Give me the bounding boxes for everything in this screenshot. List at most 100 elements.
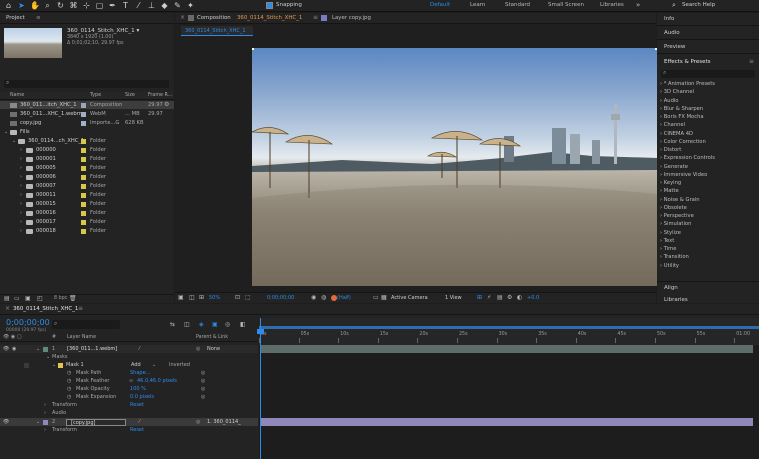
playhead-handle[interactable] <box>257 329 264 334</box>
effects-category[interactable]: › Boris FX Mocha <box>660 113 704 121</box>
draft-3d-icon[interactable]: ◫ <box>184 321 190 328</box>
link-icon[interactable]: ◎ <box>201 393 205 401</box>
panel-menu-icon[interactable]: ≡ <box>36 13 41 24</box>
current-time[interactable]: 0;00;00;00 <box>267 295 294 301</box>
bit-depth[interactable]: 8 bpc <box>54 296 67 301</box>
flowchart-icon[interactable]: ⚙ <box>507 294 512 301</box>
project-item[interactable]: ⌄ 360_0114...ch_XHC_1 Folder <box>0 137 174 145</box>
col-layer-name[interactable]: Layer Name <box>67 335 96 340</box>
layer-name[interactable]: [360_011...1.webm] <box>67 345 117 353</box>
time-ruler-area[interactable]: 0s 05s 10s 15s 20s 25s 30s 35s 40s 45s 50s 55s 01:00… <box>259 318 759 345</box>
project-item[interactable]: 360_011...XHC_1.webm WebM ... MB 29.97 <box>0 110 174 118</box>
col-frame-rate[interactable]: Frame R... <box>148 93 172 98</box>
composition-viewer[interactable] <box>252 48 658 286</box>
composition-subtab[interactable]: 360_0114_Stitch_XHC_1 <box>181 26 253 36</box>
libraries-panel-header[interactable]: Libraries <box>657 296 759 303</box>
label-color[interactable] <box>81 156 86 162</box>
mask-mode-dropdown[interactable]: Add <box>131 361 141 369</box>
resolution-dropdown[interactable]: (Half) <box>337 295 351 301</box>
project-item[interactable]: ⌄ Fills <box>0 128 174 136</box>
workspace-learn[interactable]: Learn <box>470 2 485 8</box>
transform2-row[interactable]: › Transform Reset <box>0 426 258 434</box>
close-icon[interactable]: × <box>180 14 185 21</box>
mask-color[interactable] <box>58 362 63 368</box>
fit-icon[interactable]: ⬚ <box>245 294 251 301</box>
project-item[interactable]: › 000011 Folder <box>0 191 174 199</box>
new-composition-icon[interactable]: ▣ <box>25 295 31 302</box>
workspace-standard[interactable]: Standard <box>505 2 530 8</box>
expand-arrow-icon[interactable]: › <box>44 401 46 409</box>
expand-arrow-icon[interactable]: ⌄ <box>46 353 50 361</box>
timeline-icon[interactable]: ▤ <box>497 294 503 301</box>
label-color[interactable] <box>81 165 86 171</box>
effects-category[interactable]: › Keying <box>660 179 681 187</box>
always-preview-icon[interactable]: ▣ <box>178 294 184 301</box>
workspace-small-screen[interactable]: Small Screen <box>548 2 584 8</box>
trash-icon[interactable]: 🗑 <box>69 295 77 302</box>
label-color[interactable] <box>81 228 86 234</box>
project-item[interactable]: › 000005 Folder <box>0 164 174 172</box>
effects-category[interactable]: › Matte <box>660 187 679 195</box>
roto-brush-tool-icon[interactable]: ✎ <box>173 1 182 10</box>
zoom-dropdown[interactable]: 50% <box>209 295 220 301</box>
constrain-proportions-icon[interactable]: ∞ <box>129 377 133 385</box>
effects-category[interactable]: › CINEMA 4D <box>660 130 693 138</box>
effects-category[interactable]: › Generate <box>660 163 688 171</box>
region-of-interest-icon[interactable]: ▭ <box>373 294 379 301</box>
effects-category[interactable]: › Simulation <box>660 220 691 228</box>
layer-name-field[interactable]: [copy.jpg] <box>66 418 126 426</box>
link-icon[interactable]: ◎ <box>201 369 205 377</box>
work-area-bar[interactable] <box>259 326 759 329</box>
layer-row-2[interactable]: 👁 ⌄ 2 [copy.jpg] ⁄ ◎ 1. 360_0114_ <box>0 418 258 426</box>
camera-dropdown[interactable]: Active Camera <box>391 295 428 301</box>
effects-presets-tab[interactable]: Effects & Presets <box>664 59 711 65</box>
effects-category[interactable]: › Utility <box>660 262 679 270</box>
shy-layers-icon[interactable]: ◈ <box>199 321 204 328</box>
search-help-input[interactable]: Search Help <box>682 2 715 8</box>
effects-category[interactable]: › Transition <box>660 253 689 261</box>
type-tool-icon[interactable]: T <box>121 1 130 10</box>
camera-tool-icon[interactable]: ⌘ <box>69 1 78 10</box>
magnify-icon[interactable]: ◫ <box>189 294 195 301</box>
chevron-right-icon[interactable]: › <box>20 209 22 217</box>
parent-dropdown[interactable]: None <box>207 345 220 353</box>
panel-menu-icon[interactable]: ≡ <box>78 305 83 312</box>
project-search-input[interactable]: ⌕ <box>4 79 169 88</box>
close-icon[interactable]: × <box>5 305 10 312</box>
composition-tab-name[interactable]: 360_0114_Stitch_XHC_1 <box>237 15 302 21</box>
chevron-right-icon[interactable]: › <box>20 146 22 154</box>
link-icon[interactable]: ◎ <box>201 385 205 393</box>
preview-panel-header[interactable]: Preview <box>657 41 759 54</box>
effects-category[interactable]: › * Animation Presets <box>660 80 715 88</box>
mask-visibility-toggle[interactable] <box>24 362 29 368</box>
effects-category[interactable]: › Perspective <box>660 212 694 220</box>
panel-menu-icon[interactable]: ≡ <box>313 14 318 21</box>
show-snapshot-icon[interactable]: ◍ <box>321 294 326 301</box>
label-color[interactable] <box>43 419 48 425</box>
label-color[interactable] <box>81 102 86 108</box>
label-color[interactable] <box>81 147 86 153</box>
project-item[interactable]: › 000007 Folder <box>0 182 174 190</box>
workspace-libraries[interactable]: Libraries <box>600 2 624 8</box>
effects-category[interactable]: › Obsolete <box>660 204 687 212</box>
label-color[interactable] <box>81 192 86 198</box>
project-item[interactable]: copy.jpg Importe...G 628 KB <box>0 119 174 127</box>
effects-category[interactable]: › Color Correction <box>660 138 706 146</box>
chevron-right-icon[interactable]: › <box>20 218 22 226</box>
label-color[interactable] <box>81 219 86 225</box>
label-color[interactable] <box>43 346 48 352</box>
transform-reset[interactable]: Reset <box>130 426 144 434</box>
preview-name[interactable]: 360_0114_Stitch_XHC_1 ▾ <box>67 28 139 34</box>
label-color[interactable] <box>81 174 86 180</box>
effects-category[interactable]: › Text <box>660 237 674 245</box>
toggle-pixel-aspect-icon[interactable]: ⊞ <box>477 294 482 301</box>
project-settings-icon[interactable]: ◰ <box>37 295 43 302</box>
transform-row[interactable]: › Transform Reset <box>0 401 258 409</box>
effects-category[interactable]: › Noise & Grain <box>660 196 700 204</box>
effects-category[interactable]: › 3D Channel <box>660 88 694 96</box>
stopwatch-icon[interactable]: ◷ <box>67 369 71 377</box>
rotate-tool-icon[interactable]: ↻ <box>56 1 65 10</box>
fast-previews-icon[interactable]: ⚡ <box>487 294 491 301</box>
parent-pick-whip-icon[interactable]: ◎ <box>196 345 200 353</box>
selection-tool-icon[interactable]: ➤ <box>17 1 26 10</box>
